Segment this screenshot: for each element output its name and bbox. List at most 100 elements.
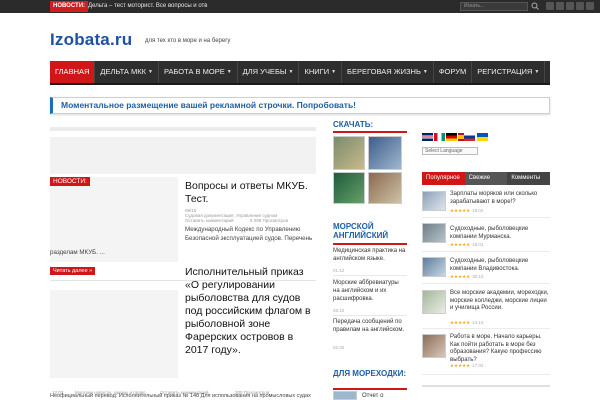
popular-item-date: 17.02 <box>472 363 484 368</box>
caret-down-icon: ▼ <box>534 69 540 75</box>
news-ticker-label: НОВОСТИ: <box>50 1 89 12</box>
top-bar: НОВОСТИ: Дельта – тест моторист. Все воп… <box>0 0 600 13</box>
list-separator <box>422 385 550 387</box>
widget-title-bar <box>333 388 407 390</box>
rating-stars: ★★★★★ 18.01 <box>450 242 483 248</box>
caret-down-icon: ▼ <box>422 69 428 75</box>
nav-item-delta[interactable]: ДЕЛЬТА МКК ▼ <box>95 61 159 83</box>
star-icons: ★★★★★ <box>450 274 471 279</box>
post-excerpt: Международный Кодекс по Управлению Безоп… <box>185 226 313 242</box>
popular-item-link[interactable]: Все морские академии, мореходки, морские… <box>450 290 550 313</box>
nav-label: ФОРУМ <box>438 67 467 76</box>
popular-item-date: 30.10 <box>472 274 484 279</box>
post-excerpt-tail: разделам МКУБ. ... <box>50 249 105 256</box>
nav-item-study[interactable]: ДЛЯ УЧЕБЫ ▼ <box>238 61 300 83</box>
caret-down-icon: ▼ <box>288 69 294 75</box>
english-item-date: 02.05 <box>333 345 345 350</box>
english-item-link[interactable]: Морские аббревиатуры на английском и их … <box>333 279 407 303</box>
flag-ukrainian-icon[interactable] <box>477 133 488 141</box>
popular-item-link[interactable]: Работа в море. Начало карьеры. Как пойти… <box>450 334 550 364</box>
flag-german-icon[interactable] <box>446 133 457 141</box>
nav-label: БЕРЕГОВАЯ ЖИЗНЬ <box>347 67 421 76</box>
flag-english-icon[interactable] <box>422 133 433 141</box>
search-icon[interactable] <box>530 1 541 12</box>
list-separator <box>422 251 550 252</box>
rating-stars: ★★★★★ 30.10 <box>450 274 483 280</box>
post-thumbnail[interactable] <box>422 257 446 277</box>
nav-item-books[interactable]: КНИГИ ▼ <box>299 61 343 83</box>
nav-item-shore-life[interactable]: БЕРЕГОВАЯ ЖИЗНЬ ▼ <box>342 61 434 83</box>
list-separator <box>333 315 407 316</box>
post-thumbnail[interactable] <box>422 223 446 243</box>
social-icon[interactable] <box>576 2 584 10</box>
star-icons: ★★★★★ <box>450 208 471 213</box>
book-thumbnail[interactable] <box>333 172 365 204</box>
post-meta-views: 5 098 Просмотров <box>250 218 288 223</box>
book-thumbnail[interactable] <box>368 172 402 204</box>
widget-title-bar <box>333 243 407 245</box>
list-separator <box>422 217 550 218</box>
nav-item-forum[interactable]: ФОРУМ <box>434 61 473 83</box>
nav-item-home[interactable]: ГЛАВНАЯ <box>50 61 96 83</box>
search-input[interactable]: Искать... <box>460 2 528 11</box>
popular-item-link[interactable]: Зарплаты моряков или сколько зарабатываю… <box>450 191 550 206</box>
read-more-button[interactable]: Читать далее » <box>50 267 96 275</box>
popular-item-date: 18.02 <box>472 208 484 213</box>
popular-item-link[interactable]: Судоходные, рыболовецкие компании Владив… <box>450 258 550 273</box>
star-icons: ★★★★★ <box>450 363 471 368</box>
ad-banner[interactable]: Моментальное размещение вашей рекламной … <box>50 97 550 114</box>
post-title[interactable]: Исполнительный приказ «О регулировании р… <box>185 266 317 357</box>
popular-item-date: 14.10 <box>472 320 484 325</box>
tab-comments[interactable]: Комменты <box>507 172 551 185</box>
sidebar-tabs: Популярное Свежие Комменты <box>422 172 551 185</box>
news-ticker-text[interactable]: Дельта – тест моторист. Все вопросы и от… <box>88 1 268 12</box>
site-logo[interactable]: Izobata.ru <box>50 30 132 50</box>
english-item-link[interactable]: Медицинская практика на английском языке… <box>333 247 407 263</box>
post-excerpt: Неофициальный перевод: Исполнительный пр… <box>50 393 311 399</box>
social-icon[interactable] <box>586 2 594 10</box>
slider-strip <box>50 127 316 131</box>
nav-label: КНИГИ <box>304 67 330 76</box>
post-category-label[interactable]: НОВОСТИ: <box>50 177 90 186</box>
popular-item-date: 18.01 <box>472 242 484 247</box>
post-thumbnail[interactable] <box>422 290 446 314</box>
nav-label: ДЛЯ УЧЕБЫ <box>242 67 287 76</box>
nav-label: РАБОТА В МОРЕ <box>163 67 225 76</box>
social-icon[interactable] <box>566 2 574 10</box>
widget-title-bar <box>333 131 407 133</box>
star-icons: ★★★★★ <box>450 242 471 247</box>
star-icons: ★★★★★ <box>450 320 471 325</box>
post-thumbnail[interactable] <box>422 191 446 211</box>
post-thumbnail[interactable] <box>333 391 357 400</box>
seafarers-widget-title: ДЛЯ МОРЕХОДКИ: <box>333 369 407 378</box>
language-select[interactable]: Select Language <box>422 147 478 155</box>
flag-language-icon[interactable] <box>434 133 445 141</box>
book-thumbnail[interactable] <box>333 136 365 170</box>
slider-area <box>50 137 316 174</box>
nav-label: ГЛАВНАЯ <box>55 67 90 76</box>
nav-label: РЕГИСТРАЦИЯ <box>477 67 533 76</box>
social-icon[interactable] <box>556 2 564 10</box>
post-title[interactable]: Вопросы и ответы МКУБ. Тест. <box>185 180 317 206</box>
flag-russian-icon[interactable] <box>464 133 475 141</box>
post-thumbnail[interactable] <box>422 334 446 358</box>
seafarers-item-link[interactable]: Отчет о <box>362 392 407 400</box>
nav-label: ДЕЛЬТА МКК <box>100 67 146 76</box>
rating-stars: ★★★★★ 14.10 <box>450 320 483 326</box>
book-thumbnail[interactable] <box>368 136 402 170</box>
nav-item-register[interactable]: РЕГИСТРАЦИЯ ▼ <box>472 61 546 83</box>
tab-recent[interactable]: Свежие <box>464 172 508 185</box>
site-tagline: для тех кто в море и на берегу <box>145 38 231 44</box>
post-thumbnail[interactable] <box>50 290 178 378</box>
english-item-link[interactable]: Передача сообщений по правилам на англий… <box>333 318 407 334</box>
popular-item-link[interactable]: Судоходные, рыболовецкие компании Мурман… <box>450 226 550 241</box>
rating-stars: ★★★★★ 18.02 <box>450 208 483 214</box>
caret-down-icon: ▼ <box>331 69 337 75</box>
nav-item-sea-work[interactable]: РАБОТА В МОРЕ ▼ <box>159 61 238 83</box>
caret-down-icon: ▼ <box>226 69 232 75</box>
list-separator <box>422 328 550 329</box>
rss-icon[interactable] <box>546 2 554 10</box>
post-meta-comments[interactable]: Оставить комментарий <box>185 218 234 223</box>
tab-popular[interactable]: Популярное <box>422 172 465 185</box>
english-widget-title: МОРСКОЙ АНГЛИЙСКИЙ <box>333 222 389 240</box>
